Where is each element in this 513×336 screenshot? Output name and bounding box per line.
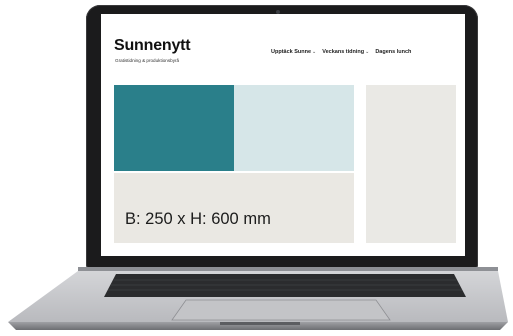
nav-item-upptack-sunne[interactable]: Upptäck Sunne ⌄ — [271, 49, 316, 55]
ad-block-teal — [114, 85, 234, 171]
ad-banner: B: 250 x H: 600 mm — [114, 173, 354, 243]
laptop-base — [8, 267, 508, 330]
laptop-screen: Sunnenytt Gratistidning & produktionsbyr… — [101, 14, 465, 256]
site-tagline: Gratistidning & produktionsbyrå — [115, 58, 180, 63]
chevron-down-icon: ⌄ — [365, 49, 370, 55]
nav-item-label: Veckans tidning — [322, 49, 365, 55]
ad-block-sidebar — [366, 85, 456, 243]
site-logo[interactable]: Sunnenytt — [114, 38, 191, 54]
chevron-down-icon: ⌄ — [312, 49, 317, 55]
nav-item-label: Upptäck Sunne — [271, 49, 312, 55]
nav-item-veckans-tidning[interactable]: Veckans tidning ⌄ — [322, 49, 369, 55]
site-header: Sunnenytt Gratistidning & produktionsbyr… — [101, 14, 465, 80]
banner-size-text: B: 250 x H: 600 mm — [125, 210, 271, 228]
ad-block-light — [234, 85, 354, 171]
main-nav: Upptäck Sunne ⌄ Veckans tidning ⌄ Dagens… — [271, 47, 411, 57]
laptop-mockup: Sunnenytt Gratistidning & produktionsbyr… — [0, 0, 513, 336]
nav-item-label: Dagens lunch — [375, 49, 412, 55]
nav-item-dagens-lunch[interactable]: Dagens lunch — [375, 49, 411, 55]
